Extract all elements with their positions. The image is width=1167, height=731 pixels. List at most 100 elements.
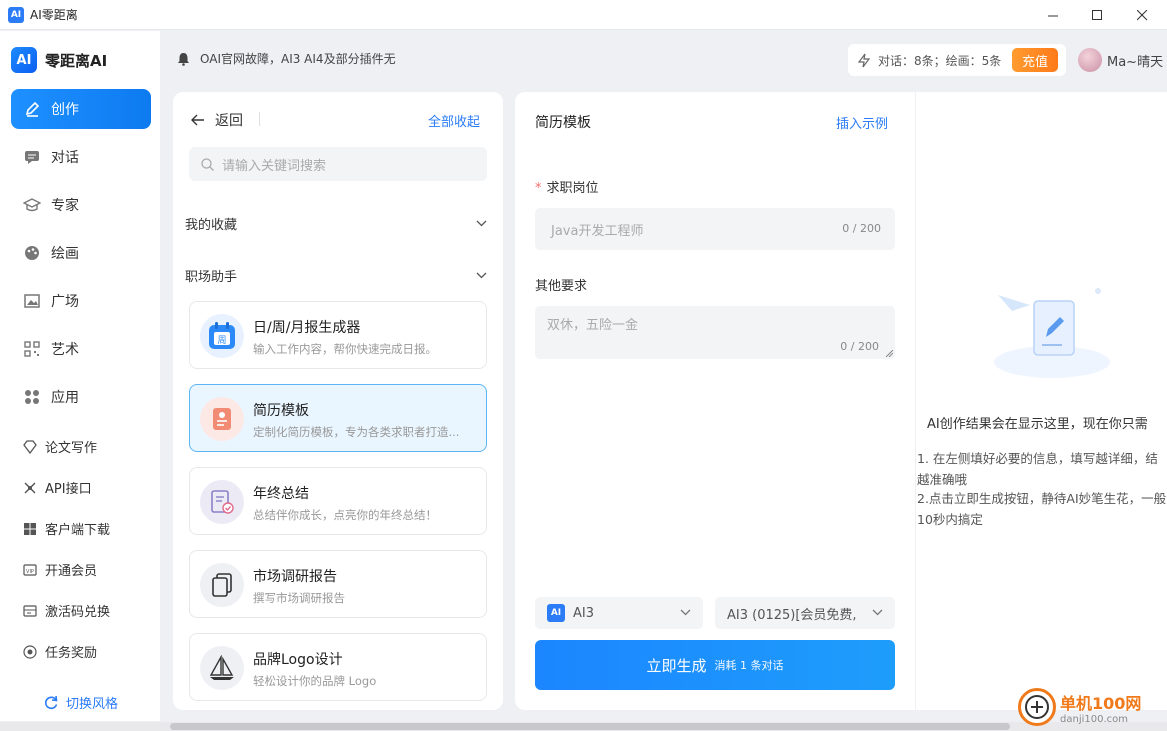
nav-item-label: 艺术 <box>51 342 79 358</box>
nav-item-chat[interactable]: 对话 <box>11 137 151 177</box>
switch-style-button[interactable]: 切换风格 <box>44 693 118 712</box>
calendar-icon: 周 <box>200 314 244 358</box>
arrow-left-icon <box>191 114 205 126</box>
card-title: 简历模板 <box>253 403 309 419</box>
scrollbar-thumb[interactable] <box>170 723 1010 730</box>
generate-label: 立即生成 <box>646 656 707 675</box>
close-button[interactable] <box>1119 0 1165 30</box>
template-card[interactable]: 品牌Logo设计 轻松设计你的品牌 Logo <box>189 633 487 701</box>
template-card[interactable]: 市场调研报告 撰写市场调研报告 <box>189 550 487 618</box>
diamond-icon <box>22 439 38 455</box>
nav-item-art[interactable]: 艺术 <box>11 329 151 369</box>
nav-item-label: 绘画 <box>51 246 79 262</box>
notice-bar: OAI官网故障，AI3 AI4及部分插件无 <box>177 50 396 67</box>
sailboat-icon <box>200 646 244 690</box>
usage-text: 对话：8条；绘画：5条 <box>878 53 1002 68</box>
nav-item-vip[interactable]: VIP 开通会员 <box>22 560 97 579</box>
generate-cost: 消耗 1 条对话 <box>714 659 784 672</box>
nav-item-label: 广场 <box>51 294 79 310</box>
sidebar: AI 零距离AI 创作 对话 专家 绘画 广场 艺术 应用 论文写作 API接口… <box>0 31 160 721</box>
watermark: 单机100网 danji100.com <box>1018 688 1141 726</box>
group-favorites[interactable]: 我的收藏 <box>185 214 487 233</box>
image-icon <box>23 292 41 310</box>
model-version-value: AI3 (0125)[会员免费, <box>727 607 857 623</box>
brand-logo-icon: AI <box>11 47 37 73</box>
form-title: 简历模板 <box>535 115 591 131</box>
model-version-select[interactable]: AI3 (0125)[会员免费, <box>715 597 895 629</box>
switch-style-label: 切换风格 <box>66 697 119 712</box>
minimize-button[interactable] <box>1030 0 1076 30</box>
nav-item-redeem[interactable]: 激活码兑换 <box>22 601 110 620</box>
window-title: AI零距离 <box>30 8 78 22</box>
bell-icon <box>177 52 190 66</box>
template-card[interactable]: 年终总结 总结伴你成长，点亮你的年终总结！ <box>189 467 487 535</box>
chevron-down-icon <box>680 609 691 616</box>
user-name: Ma~晴天 <box>1107 54 1164 70</box>
result-tip: 2.点击立即生成按钮，静待AI妙笔生花，一般 <box>917 491 1167 506</box>
card-title: 日/周/月报生成器 <box>253 320 361 336</box>
search-placeholder: 请输入关键词搜索 <box>222 158 327 174</box>
required-mark: * <box>535 181 542 196</box>
title-bar: AI AI零距离 <box>0 0 1167 30</box>
card-desc: 撰写市场调研报告 <box>253 591 345 605</box>
chevron-down-icon <box>872 609 883 616</box>
card-title: 品牌Logo设计 <box>253 652 343 668</box>
back-label: 返回 <box>215 113 243 129</box>
horizontal-scrollbar[interactable] <box>0 722 1167 731</box>
other-textarea[interactable]: 双休，五险一金 0 / 200 <box>535 306 895 359</box>
result-tip: 越准确哦 <box>917 472 968 487</box>
maximize-button[interactable] <box>1074 0 1120 30</box>
result-panel: AI创作结果会在显示这里，现在你只需 1. 在左侧填好必要的信息，填写越详细，结… <box>916 92 1167 710</box>
nav-item-label: 论文写作 <box>45 441 98 456</box>
nav-item-draw[interactable]: 绘画 <box>11 233 151 273</box>
nav-item-label: 对话 <box>51 150 79 166</box>
usage-stats: 对话：8条；绘画：5条 充值 <box>848 44 1066 76</box>
nav-item-label: 激活码兑换 <box>45 605 111 620</box>
watermark-title: 单机100网 <box>1060 693 1142 713</box>
other-placeholder: 双休，五险一金 <box>547 318 639 333</box>
resize-handle-icon[interactable] <box>886 350 893 357</box>
model-select[interactable]: AI AI3 <box>535 597 703 629</box>
group-label: 我的收藏 <box>185 218 238 233</box>
group-workplace[interactable]: 职场助手 <box>185 266 487 285</box>
search-input[interactable]: 请输入关键词搜索 <box>189 147 487 181</box>
ai-model-icon: AI <box>547 604 565 622</box>
api-icon <box>22 480 38 496</box>
search-icon <box>201 157 214 171</box>
nav-item-label: 创作 <box>51 102 79 118</box>
template-card-selected[interactable]: 简历模板 定制化简历模板，专为各类求职者打造... <box>189 384 487 452</box>
brand-name: 零距离AI <box>45 51 108 70</box>
user-menu[interactable]: Ma~晴天 <box>1078 48 1163 72</box>
generate-button[interactable]: 立即生成 消耗 1 条对话 <box>535 640 895 690</box>
chat-icon <box>23 148 41 166</box>
job-placeholder: Java开发工程师 <box>551 224 644 239</box>
resume-icon <box>200 397 244 441</box>
nav-item-download[interactable]: 客户端下载 <box>22 519 110 538</box>
summary-icon <box>200 480 244 524</box>
svg-text:周: 周 <box>217 335 226 346</box>
nav-item-label: 应用 <box>51 390 79 406</box>
nav-item-apps[interactable]: 应用 <box>11 377 151 417</box>
nav-item-square[interactable]: 广场 <box>11 281 151 321</box>
other-counter: 0 / 200 <box>840 340 879 353</box>
result-placeholder-title: AI创作结果会在显示这里，现在你只需 <box>927 417 1148 432</box>
nav-item-create[interactable]: 创作 <box>11 89 151 129</box>
watermark-url: danji100.com <box>1060 713 1128 725</box>
back-button[interactable]: 返回 <box>191 110 243 130</box>
nav-item-api[interactable]: API接口 <box>22 478 92 497</box>
svg-text:VIP: VIP <box>26 569 34 575</box>
recharge-button[interactable]: 充值 <box>1012 48 1058 72</box>
insert-example-link[interactable]: 插入示例 <box>836 113 888 132</box>
group-label: 职场助手 <box>185 270 238 285</box>
redeem-icon <box>22 603 38 619</box>
template-card[interactable]: 周 日/周/月报生成器 输入工作内容，帮你快速完成日报。 <box>189 301 487 369</box>
nav-item-paper[interactable]: 论文写作 <box>22 437 97 456</box>
collapse-all-link[interactable]: 全部收起 <box>428 111 480 130</box>
empty-state-illustration <box>990 277 1110 386</box>
reward-icon <box>22 644 38 660</box>
job-label-text: 求职岗位 <box>546 181 599 196</box>
nav-item-expert[interactable]: 专家 <box>11 185 151 225</box>
apps-icon <box>23 388 41 406</box>
nav-item-reward[interactable]: 任务奖励 <box>22 642 97 661</box>
job-input[interactable]: Java开发工程师 0 / 200 <box>535 208 895 250</box>
